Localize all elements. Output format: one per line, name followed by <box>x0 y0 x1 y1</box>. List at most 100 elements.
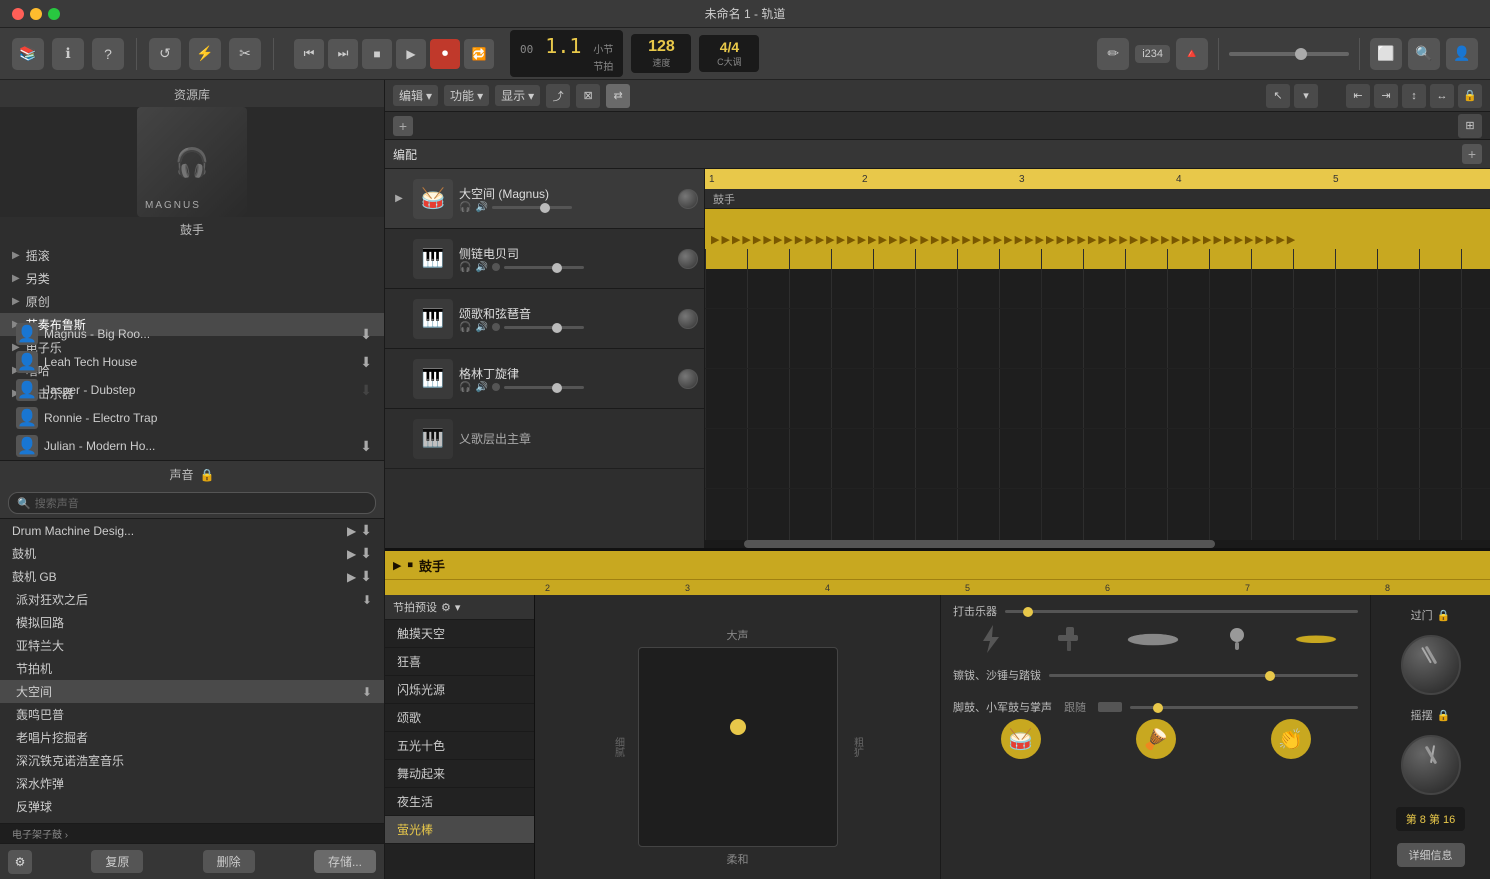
track-pan-2[interactable] <box>678 309 698 329</box>
dm-preset-colorful[interactable]: 五光十色 <box>385 732 534 760</box>
track-pan-0[interactable] <box>678 189 698 209</box>
lightning-icon[interactable] <box>975 623 1007 655</box>
dm-preset-nightlife[interactable]: 夜生活 <box>385 788 534 816</box>
mode-button[interactable]: ⇄ <box>606 84 630 108</box>
detail-button[interactable]: 详细信息 <box>1397 843 1465 867</box>
preset-metronome[interactable]: 节拍机 <box>0 657 384 680</box>
kick-slider[interactable] <box>1130 706 1358 709</box>
dm-arrow-icon[interactable]: ▾ <box>455 601 461 614</box>
dm-stop-icon[interactable]: ⏹ <box>407 559 413 572</box>
hihat-icon[interactable] <box>1296 635 1336 643</box>
h-scrollbar[interactable] <box>705 540 1490 548</box>
dm-preset-touch[interactable]: 触摸天空 <box>385 620 534 648</box>
dm-play-icon[interactable]: ▶ <box>393 559 401 572</box>
record-button[interactable]: ⏺ <box>430 39 460 69</box>
genre-item-alternative[interactable]: ▶ 另类 <box>0 267 384 290</box>
download-space[interactable]: ⬇ <box>362 685 372 699</box>
track-pan-3[interactable] <box>678 369 698 389</box>
preset-bomb[interactable]: 深水炸弹 <box>0 772 384 795</box>
track-volume-1[interactable] <box>504 266 584 269</box>
loop-button[interactable]: ⊠ <box>576 84 600 108</box>
tempo-display[interactable]: 128 速度 <box>631 34 691 73</box>
add-track-button[interactable]: + <box>393 116 413 136</box>
track-item-0[interactable]: ▶ 🥁 大空间 (Magnus) 🎧 🔊 <box>385 169 704 229</box>
snap-button[interactable]: ⤴ <box>546 84 570 108</box>
track-pan-1[interactable] <box>678 249 698 269</box>
align-right-btn[interactable]: ⇥ <box>1374 84 1398 108</box>
save-button[interactable]: 存储... <box>314 850 376 873</box>
play-icon-drum[interactable]: ▶ <box>347 547 356 561</box>
download-icon-drum[interactable]: ⬇ <box>360 545 372 562</box>
cursor-menu[interactable]: ▾ <box>1294 84 1318 108</box>
smart-controls-btn[interactable]: ⊞ <box>1458 114 1482 138</box>
play-button[interactable]: ▶ <box>396 39 426 69</box>
play-icon-drum-gb[interactable]: ▶ <box>347 570 356 584</box>
xy-pad[interactable]: 细腻 粗犷 <box>638 647 838 847</box>
cat-drum-machine[interactable]: Drum Machine Desig... ▶ ⬇ <box>0 519 384 542</box>
dm-preset-ecstasy[interactable]: 狂喜 <box>385 648 534 676</box>
track-item-4[interactable]: 🎹 乂歌层出主章 <box>385 409 704 469</box>
wobble-knob[interactable] <box>1401 735 1461 795</box>
edit-menu[interactable]: 编辑 ▾ <box>393 85 438 106</box>
track-play-0[interactable]: ▶ <box>391 191 407 207</box>
display-menu[interactable]: 显示 ▾ <box>495 85 540 106</box>
cymbal-slider[interactable] <box>1049 674 1358 677</box>
help-button[interactable]: ? <box>92 38 124 70</box>
preset-space[interactable]: 大空间 ⬇ <box>0 680 384 703</box>
plate-cymbal-icon[interactable] <box>1128 633 1178 645</box>
cat-drum[interactable]: 鼓机 ▶ ⬇ <box>0 542 384 565</box>
rewind-button[interactable]: ⏮ <box>294 39 324 69</box>
dm-preset-flash[interactable]: 闪烁光源 <box>385 676 534 704</box>
pencil-button[interactable]: ✏ <box>1097 38 1129 70</box>
track-play-2[interactable] <box>391 311 407 327</box>
align-left-btn[interactable]: ⇤ <box>1346 84 1370 108</box>
cursor-mode[interactable]: ↖ <box>1266 84 1290 108</box>
download-icon-magnus[interactable]: ⬇ <box>360 326 372 343</box>
preset-bounce[interactable]: 反弹球 <box>0 795 384 818</box>
preset-party[interactable]: 派对狂欢之后 ⬇ <box>0 588 384 611</box>
settings-button[interactable]: ⚙ <box>8 850 32 874</box>
dm-preset-ode[interactable]: 颂歌 <box>385 704 534 732</box>
add-arrangement-button[interactable]: + <box>1462 144 1482 164</box>
stop-button[interactable]: ■ <box>362 39 392 69</box>
genre-item-original[interactable]: ▶ 原创 <box>0 290 384 313</box>
preset-item-magnus[interactable]: 👤 Magnus - Big Roo... ⬇ <box>0 320 384 348</box>
download-icon-julian[interactable]: ⬇ <box>360 438 372 455</box>
share-button[interactable]: ⬜ <box>1370 38 1402 70</box>
download-icon-dm[interactable]: ⬇ <box>360 522 372 539</box>
preset-atlanta[interactable]: 亚特兰大 <box>0 634 384 657</box>
track-play-1[interactable] <box>391 251 407 267</box>
preset-item-leah[interactable]: 👤 Leah Tech House ⬇ <box>0 348 384 376</box>
zoom-in-btn[interactable]: ↔ <box>1430 84 1454 108</box>
preset-digger[interactable]: 老唱片挖掘者 <box>0 726 384 749</box>
info-button[interactable]: ℹ <box>52 38 84 70</box>
snare-drum-icon[interactable]: 🪘 <box>1136 719 1176 759</box>
metronome-button[interactable]: 🔺 <box>1176 38 1208 70</box>
function-menu[interactable]: 功能 ▾ <box>444 85 489 106</box>
mixer-button[interactable]: ⚡ <box>189 38 221 70</box>
genre-item-rock[interactable]: ▶ 摇滚 <box>0 244 384 267</box>
cut-button[interactable]: ✂ <box>229 38 261 70</box>
download-icon-leah[interactable]: ⬇ <box>360 354 372 371</box>
limiter-knob[interactable] <box>1401 635 1461 695</box>
time-sig-display[interactable]: 4/4 C大调 <box>699 35 759 72</box>
restore-button[interactable]: 复原 <box>91 850 143 873</box>
undo-button[interactable]: ↺ <box>149 38 181 70</box>
maximize-button[interactable] <box>48 8 60 20</box>
preset-item-jasper[interactable]: 👤 Jasper - Dubstep ⬇ <box>0 376 384 404</box>
track-item-2[interactable]: 🎹 颂歌和弦琶音 🎧 🔊 <box>385 289 704 349</box>
clap-icon[interactable]: 👏 <box>1271 719 1311 759</box>
track-play-4[interactable] <box>391 431 407 447</box>
zoom-out-btn[interactable]: 🔒 <box>1458 84 1482 108</box>
download-party[interactable]: ⬇ <box>362 593 372 607</box>
volume-slider[interactable] <box>1229 52 1349 56</box>
sound-search-box[interactable]: 🔍 搜索声音 <box>8 492 376 514</box>
search-right-button[interactable]: 🔍 <box>1408 38 1440 70</box>
profile-button[interactable]: 👤 <box>1446 38 1478 70</box>
percussion-slider[interactable] <box>1005 610 1358 613</box>
cycle-button[interactable]: 🔁 <box>464 39 494 69</box>
delete-button[interactable]: 删除 <box>203 850 255 873</box>
shaker-icon[interactable] <box>1223 625 1251 653</box>
minimize-button[interactable] <box>30 8 42 20</box>
library-button[interactable]: 📚 <box>12 38 44 70</box>
